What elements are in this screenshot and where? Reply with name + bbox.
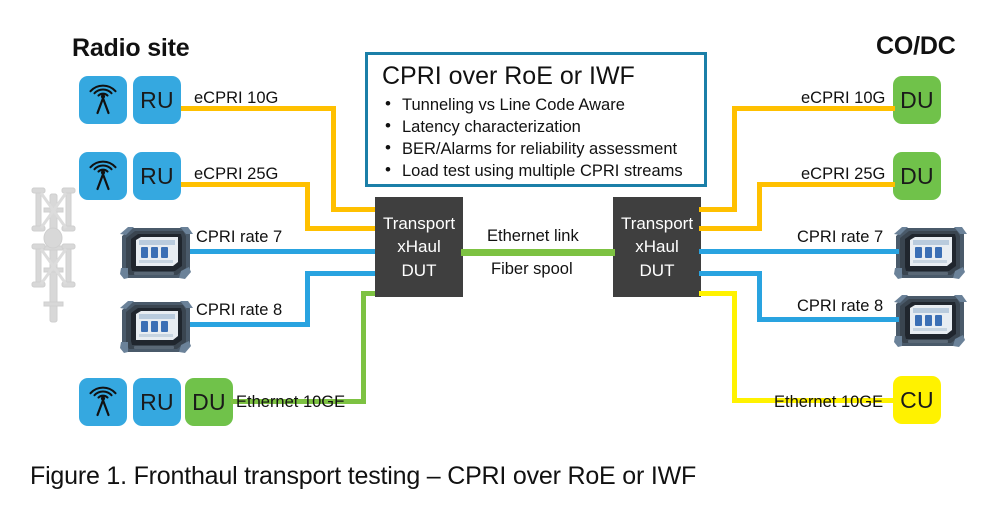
label-left-ecpri-25g: eCPRI 25G	[194, 165, 279, 183]
antenna-icon	[79, 152, 127, 200]
node-ru-1[interactable]: RU	[133, 76, 181, 124]
wire-right-cpri8-seg3	[757, 317, 899, 322]
dut-left-line2: xHaul	[397, 237, 441, 257]
wire-left-cpri8-seg3	[305, 271, 376, 276]
handheld-tester-icon	[890, 222, 968, 284]
node-du-right-2[interactable]: DU	[893, 152, 941, 200]
wire-left-ecpri10g-seg2	[331, 106, 336, 212]
node-cu-right[interactable]: CU	[893, 376, 941, 424]
callout-bullet-list: Tunneling vs Line Code Aware Latency cha…	[382, 92, 692, 183]
diagram-canvas: Radio site CO/DC RU RU RU DU DU DU CU Tr…	[0, 0, 1000, 520]
wire-ethernet-fiber-link	[461, 249, 615, 256]
dut-right-line2: xHaul	[635, 237, 679, 257]
wire-right-ecpri25g-seg1	[699, 226, 762, 231]
figure-caption: Figure 1. Fronthaul transport testing – …	[30, 462, 697, 490]
callout-bullet-4: Load test using multiple CPRI streams	[382, 159, 692, 182]
dut-left-line1: Transport	[382, 213, 456, 233]
label-right-ethernet-10ge: Ethernet 10GE	[774, 393, 884, 411]
callout-bullet-3: BER/Alarms for reliability assessment	[382, 137, 692, 160]
wire-left-eth10ge-seg2	[361, 291, 366, 403]
dut-right-line3: DUT	[639, 260, 675, 280]
label-right-ecpri-25g: eCPRI 25G	[801, 165, 886, 183]
dut-left-line3: DUT	[401, 260, 437, 280]
label-right-ecpri-10g: eCPRI 10G	[801, 89, 886, 107]
label-fiber-spool: Fiber spool	[491, 260, 573, 278]
node-du-left[interactable]: DU	[185, 378, 233, 426]
wire-left-cpri7	[190, 249, 376, 254]
label-left-cpri-rate-8: CPRI rate 8	[196, 301, 283, 319]
label-left-ecpri-10g: eCPRI 10G	[194, 89, 279, 107]
wire-left-cpri8-seg1	[190, 322, 310, 327]
wire-right-ecpri25g-seg2	[757, 182, 762, 231]
transport-xhaul-dut-right[interactable]: Transport xHaul DUT	[613, 197, 701, 297]
label-left-cpri-rate-7: CPRI rate 7	[196, 228, 283, 246]
heading-radio-site: Radio site	[72, 34, 190, 62]
callout-bullet-2: Latency characterization	[382, 115, 692, 138]
wire-right-cpri8-seg2	[757, 271, 762, 322]
handheld-tester-icon	[116, 296, 194, 358]
wire-left-ecpri25g-seg2	[305, 182, 310, 231]
label-right-cpri-rate-7: CPRI rate 7	[797, 228, 884, 246]
callout-bullet-1: Tunneling vs Line Code Aware	[382, 92, 692, 116]
antenna-icon	[79, 378, 127, 426]
wire-right-cpri8-seg1	[699, 271, 762, 276]
label-right-cpri-rate-8: CPRI rate 8	[797, 297, 884, 315]
handheld-tester-icon	[116, 222, 194, 284]
node-ru-2[interactable]: RU	[133, 152, 181, 200]
antenna-icon	[79, 76, 127, 124]
dut-right-line1: Transport	[620, 213, 694, 233]
callout-cpri-over-roe: CPRI over RoE or IWF Tunneling vs Line C…	[365, 52, 707, 187]
node-ru-3[interactable]: RU	[133, 378, 181, 426]
wire-left-ecpri10g-seg3	[331, 207, 376, 212]
node-du-right-1[interactable]: DU	[893, 76, 941, 124]
handheld-tester-icon	[890, 290, 968, 352]
label-left-ethernet-10ge: Ethernet 10GE	[236, 393, 346, 411]
wire-right-ecpri10g-seg2	[732, 106, 737, 212]
heading-co-dc: CO/DC	[876, 32, 956, 60]
callout-title: CPRI over RoE or IWF	[382, 62, 635, 90]
wire-right-eth10ge-seg2	[732, 291, 737, 403]
transport-xhaul-dut-left[interactable]: Transport xHaul DUT	[375, 197, 463, 297]
label-ethernet-link: Ethernet link	[487, 227, 579, 245]
wire-left-ecpri25g-seg3	[305, 226, 376, 231]
wire-left-cpri8-seg2	[305, 272, 310, 327]
wire-right-cpri7	[699, 249, 899, 254]
